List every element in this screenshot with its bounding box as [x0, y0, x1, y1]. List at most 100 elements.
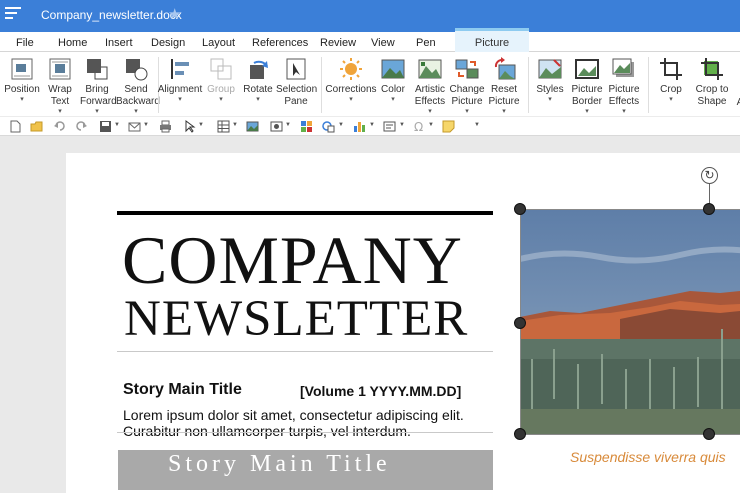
newsletter-heading-line1[interactable]: COMPANY — [122, 225, 463, 295]
crop-to-shape-button[interactable]: Crop to Shape — [692, 57, 732, 108]
clipped-ribbon-label: A — [736, 97, 740, 108]
body-line: Curabitur non ullamcorper turpis, vel in… — [123, 423, 411, 439]
save-icon[interactable] — [99, 120, 112, 133]
top-rule — [117, 211, 493, 215]
chevron-down-icon[interactable]: ▼ — [428, 122, 434, 128]
quick-access-toolbar: ▼ ▼ ▼ ▼ ▼ ▼ ▼ ▼ Ω ▼ ▼ — [0, 116, 740, 136]
artistic-effects-icon — [418, 57, 442, 81]
alignment-button[interactable]: Alignment ▾ — [157, 57, 203, 104]
hamburger-icon[interactable] — [5, 7, 21, 23]
tab-insert[interactable]: Insert — [105, 37, 133, 49]
resize-handle-top[interactable] — [703, 203, 715, 215]
newsletter-heading-line2[interactable]: NEWSLETTER — [124, 291, 468, 347]
rotation-connector — [709, 181, 710, 205]
tab-pen[interactable]: Pen — [416, 37, 436, 49]
color-icon — [381, 57, 405, 81]
toolbar-overflow-icon[interactable]: ▼ — [474, 122, 480, 128]
tab-layout[interactable]: Layout — [202, 37, 235, 49]
redo-icon[interactable] — [75, 120, 88, 133]
styles-icon — [538, 57, 562, 81]
send-backward-button[interactable]: Send Backward ▾ — [116, 57, 160, 116]
styles-button[interactable]: Styles ▾ — [535, 57, 565, 104]
ribbon-separator — [321, 57, 322, 113]
picture-effects-button[interactable]: Picture Effects ▾ — [606, 57, 642, 116]
change-picture-icon — [455, 57, 479, 81]
picture-border-button[interactable]: Picture Border ▾ — [569, 57, 605, 116]
story-title[interactable]: Story Main Title — [123, 381, 242, 399]
crop-icon — [659, 57, 683, 81]
chevron-down-icon[interactable]: ▼ — [114, 122, 120, 128]
ribbon-picture: Position ▾ Wrap Text ▾ Bring Forward ▾ Send Ba… — [0, 52, 740, 116]
chevron-down-icon[interactable]: ▼ — [399, 122, 405, 128]
shapes-grid-icon[interactable] — [300, 120, 313, 133]
tab-references[interactable]: References — [252, 37, 308, 49]
tab-design[interactable]: Design — [151, 37, 185, 49]
undo-icon[interactable] — [53, 120, 66, 133]
ribbon-tabs: File Home Insert Design Layout Reference… — [0, 28, 740, 52]
svg-text:Ω: Ω — [414, 120, 423, 133]
tab-picture[interactable]: Picture — [455, 28, 529, 52]
resize-handle-left[interactable] — [514, 317, 526, 329]
position-icon — [10, 57, 34, 81]
rotate-handle-icon[interactable]: ↻ — [701, 167, 718, 184]
sticky-note-icon[interactable] — [442, 120, 455, 133]
volume-label[interactable]: [Volume 1 YYYY.MM.DD] — [300, 383, 461, 399]
chevron-down-icon[interactable]: ▼ — [198, 122, 204, 128]
section-banner-title: Story Main Title — [168, 451, 391, 477]
corrections-button[interactable]: Corrections ▾ — [325, 57, 377, 104]
shapes-icon[interactable] — [322, 120, 335, 133]
crop-button[interactable]: Crop ▾ — [657, 57, 685, 104]
resize-handle-top-left[interactable] — [514, 203, 526, 215]
rotate-button[interactable]: Rotate ▾ — [241, 57, 275, 104]
chevron-down-icon[interactable]: ▼ — [338, 122, 344, 128]
chevron-down-icon[interactable]: ▼ — [369, 122, 375, 128]
reset-picture-icon — [492, 57, 516, 81]
bring-forward-button[interactable]: Bring Forward ▾ — [80, 57, 117, 116]
mail-icon[interactable] — [128, 120, 141, 133]
picture-effects-icon — [612, 57, 636, 81]
chevron-down-icon[interactable]: ▼ — [143, 122, 149, 128]
symbol-icon[interactable]: Ω — [413, 120, 426, 133]
print-icon[interactable] — [159, 120, 172, 133]
resize-handle-bottom[interactable] — [703, 428, 715, 440]
alignment-icon — [168, 57, 192, 81]
tab-view[interactable]: View — [371, 37, 395, 49]
tab-review[interactable]: Review — [320, 37, 356, 49]
chevron-down-icon[interactable]: ▼ — [285, 122, 291, 128]
selection-pane-button[interactable]: Selection Pane — [276, 57, 317, 108]
chevron-down-icon[interactable]: ▼ — [232, 122, 238, 128]
reset-picture-button[interactable]: Reset Picture ▾ — [487, 57, 521, 116]
pointer-icon[interactable] — [183, 120, 196, 133]
group-icon — [209, 57, 233, 81]
wrap-text-icon — [48, 57, 72, 81]
picture-caption[interactable]: Suspendisse viverra quis — [570, 449, 726, 465]
tab-file[interactable]: File — [16, 37, 34, 49]
textbox-icon[interactable] — [383, 120, 396, 133]
new-document-icon[interactable] — [9, 120, 22, 133]
wrap-text-button[interactable]: Wrap Text ▾ — [44, 57, 76, 116]
screenshot-icon[interactable] — [270, 120, 283, 133]
group-button[interactable]: Group ▾ — [205, 57, 237, 104]
body-paragraph[interactable]: Lorem ipsum dolor sit amet, consectetur … — [123, 407, 503, 439]
document-canvas[interactable]: COMPANY NEWSLETTER Story Main Title [Vol… — [0, 137, 740, 493]
artistic-effects-button[interactable]: Artistic Effects ▾ — [413, 57, 447, 116]
open-folder-icon[interactable] — [30, 120, 43, 133]
section-banner[interactable]: Story Main Title — [118, 450, 493, 490]
change-picture-button[interactable]: Change Picture ▾ — [449, 57, 485, 116]
ribbon-separator — [648, 57, 649, 113]
tab-home[interactable]: Home — [58, 37, 87, 49]
bring-forward-icon — [85, 57, 109, 81]
resize-handle-bottom-left[interactable] — [514, 428, 526, 440]
ribbon-separator — [528, 57, 529, 113]
document-title: Company_newsletter.docx — [41, 8, 182, 22]
color-button[interactable]: Color ▾ — [379, 57, 407, 104]
title-bar: Company_newsletter.docx ★ — [0, 0, 740, 32]
selected-picture[interactable] — [520, 209, 740, 435]
selection-frame — [520, 209, 740, 435]
chart-icon[interactable] — [353, 120, 366, 133]
divider — [117, 351, 493, 352]
star-icon[interactable]: ★ — [168, 5, 181, 23]
table-icon[interactable] — [217, 120, 230, 133]
image-icon[interactable] — [246, 120, 259, 133]
position-button[interactable]: Position ▾ — [4, 57, 40, 104]
